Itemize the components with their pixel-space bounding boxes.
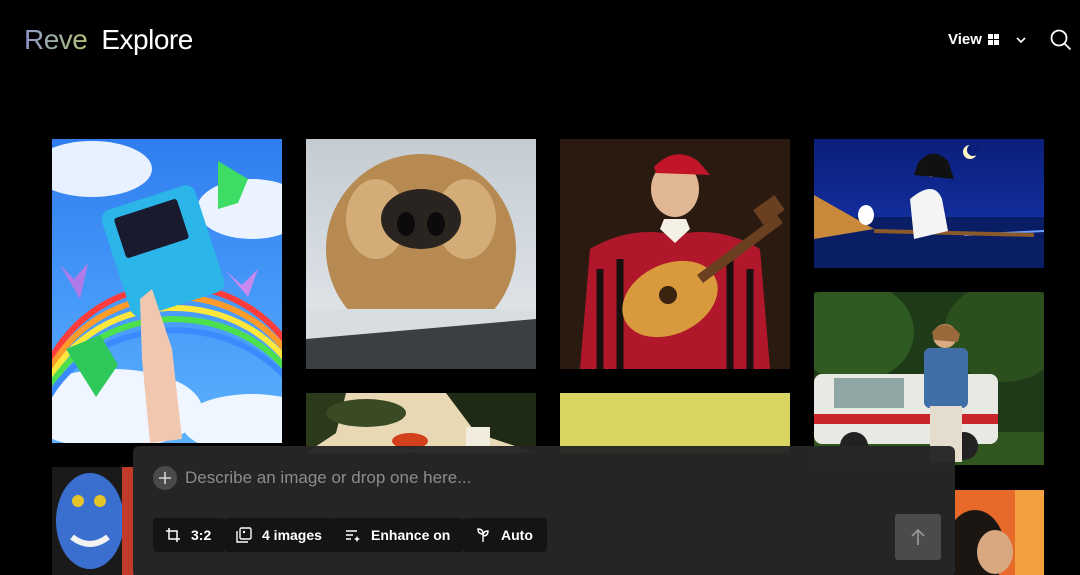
enhance-label: Enhance on — [371, 527, 451, 543]
aspect-ratio-label: 3:2 — [191, 527, 212, 543]
gallery-image-gameboy-rainbow[interactable] — [52, 139, 282, 443]
crop-icon — [166, 528, 180, 542]
aspect-ratio-button[interactable]: 3:2 — [153, 518, 226, 552]
brand-name: Reve — [24, 24, 88, 55]
style-auto-button[interactable]: Auto — [463, 518, 547, 552]
image-count-button[interactable]: 4 images — [224, 518, 336, 552]
dog-nose-artwork — [306, 139, 536, 369]
sprout-icon — [477, 528, 489, 542]
prompt-input[interactable] — [185, 464, 885, 492]
gallery-image-dog-nose-window[interactable] — [306, 139, 536, 369]
gallery-image-man-vintage-car[interactable] — [814, 292, 1044, 465]
search-icon[interactable] — [1050, 29, 1072, 51]
gallery-image-yellow-canvas[interactable] — [560, 393, 790, 453]
top-bar: Reve Explore View — [0, 0, 1080, 85]
prompt-composer: 3:2 4 images Enhance on Auto — [133, 446, 955, 575]
gallery-image-jungle-painting[interactable] — [306, 393, 536, 453]
plus-icon — [159, 472, 171, 484]
gameboy-rainbow-artwork — [52, 139, 282, 443]
style-label: Auto — [501, 527, 533, 543]
brand-logo[interactable]: Reve Explore — [24, 24, 193, 56]
enhance-icon — [346, 530, 360, 542]
enhance-toggle-button[interactable]: Enhance on — [333, 518, 465, 552]
chevron-down-icon — [1016, 36, 1026, 43]
gallery-image-blue-face-portrait[interactable] — [52, 467, 134, 575]
jungle-painting-artwork — [306, 393, 536, 453]
view-label: View — [948, 31, 982, 48]
add-image-button[interactable] — [153, 466, 177, 490]
grid-icon — [987, 34, 999, 45]
send-button[interactable] — [895, 514, 941, 560]
gallery-image-witch-broom-night[interactable] — [814, 139, 1044, 268]
lute-player-artwork — [560, 139, 790, 369]
witch-broom-artwork — [814, 139, 1044, 268]
arrow-up-icon — [911, 528, 925, 545]
blue-face-artwork — [52, 467, 134, 575]
image-count-label: 4 images — [262, 527, 322, 543]
orange-portrait-artwork — [955, 490, 1044, 575]
view-toggle-button[interactable]: View — [948, 31, 1029, 48]
images-icon — [236, 527, 252, 543]
vintage-car-artwork — [814, 292, 1044, 465]
page-title: Explore — [101, 24, 193, 55]
gallery-image-lute-player[interactable] — [560, 139, 790, 369]
gallery-image-portrait-orange[interactable] — [955, 490, 1044, 575]
